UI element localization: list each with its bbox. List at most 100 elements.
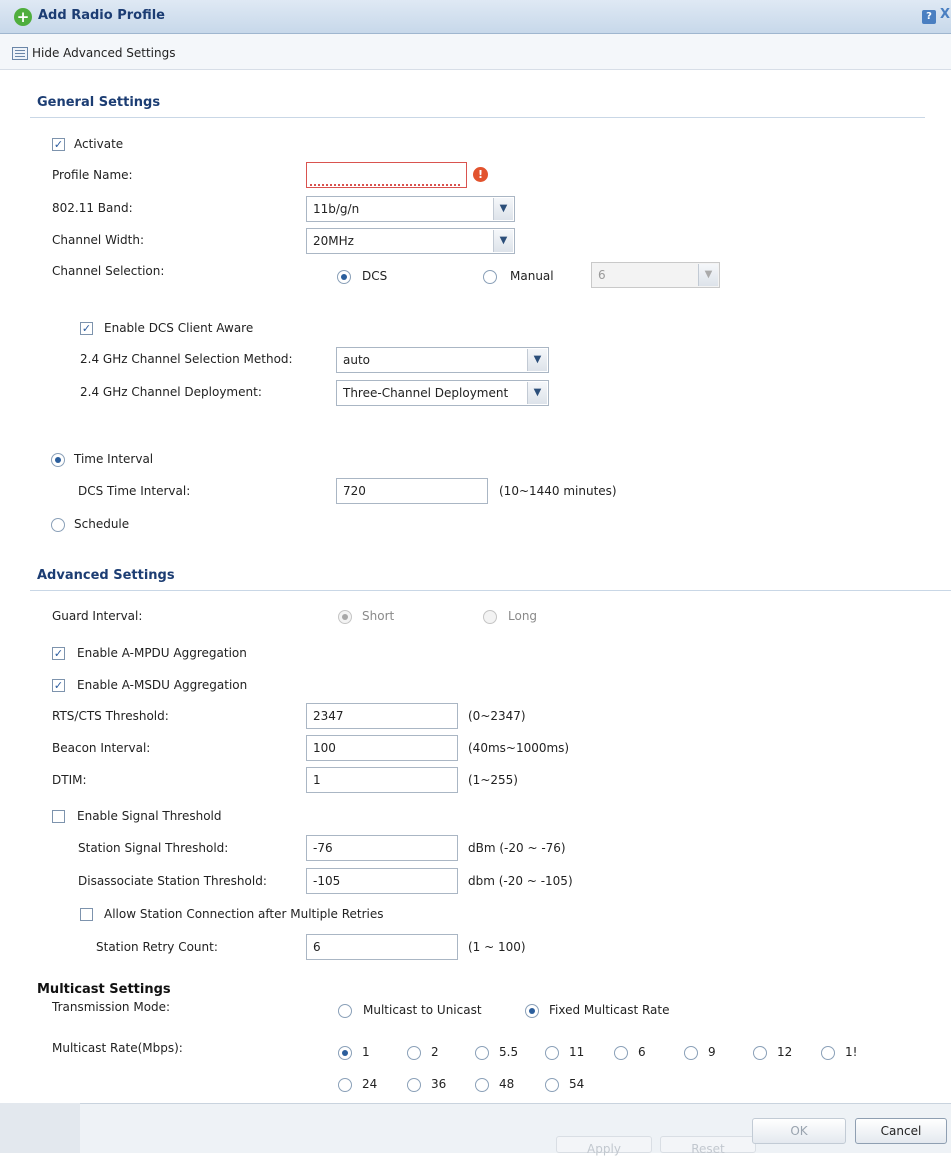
band-label: 802.11 Band: [52,201,133,215]
chevron-down-icon: ▼ [698,264,718,286]
channel-selection-label: Channel Selection: [52,264,165,278]
schedule-label: Schedule [74,517,130,531]
station-signal-threshold-label: Station Signal Threshold: [78,841,229,855]
rts-hint: (0~2347) [468,709,526,723]
dcs-time-interval-hint: (10~1440 minutes) [499,484,617,498]
beacon-label: Beacon Interval: [52,741,151,755]
ok-button[interactable]: OK [752,1118,846,1144]
rts-label: RTS/CTS Threshold: [52,709,169,723]
rate-label: 12 [777,1045,793,1059]
rate-radio[interactable] [407,1046,421,1060]
enable-dcs-client-aware-label: Enable DCS Client Aware [104,321,254,335]
guard-short-radio[interactable] [338,610,352,624]
manual-radio[interactable] [483,270,497,284]
enable-dcs-client-aware-checkbox[interactable]: ✓ [80,322,93,335]
rate-label: 6 [638,1045,646,1059]
reset-button[interactable]: Reset [660,1136,756,1156]
dtim-input[interactable]: 1 [306,767,458,793]
multicast-to-unicast-radio[interactable] [338,1004,352,1018]
fixed-multicast-rate-radio[interactable] [525,1004,539,1018]
channel-selection-method-select[interactable]: auto ▼ [336,347,549,373]
multicast-rate-label: Multicast Rate(Mbps): [52,1041,183,1055]
profile-name-label: Profile Name: [52,168,133,182]
enable-signal-threshold-checkbox[interactable] [52,810,65,823]
close-icon[interactable]: X [940,7,950,22]
schedule-radio[interactable] [51,518,65,532]
rate-radio[interactable] [475,1078,489,1092]
band-select-value: 11b/g/n [313,202,360,216]
section-divider [30,117,925,118]
rate-label: 2 [431,1045,439,1059]
manual-channel-value: 6 [598,268,606,282]
manual-label: Manual [510,269,554,283]
station-signal-threshold-input[interactable]: -76 [306,835,458,861]
rate-label: 54 [569,1077,585,1091]
list-icon[interactable] [12,47,28,60]
fixed-multicast-rate-label: Fixed Multicast Rate [549,1003,670,1017]
rate-label: 36 [431,1077,447,1091]
disassociate-label: Disassociate Station Threshold: [78,874,267,888]
rate-label: 1! [845,1045,858,1059]
cancel-button[interactable]: Cancel [855,1118,947,1144]
rate-radio[interactable] [684,1046,698,1060]
ampdu-label: Enable A-MPDU Aggregation [77,646,247,660]
apply-button[interactable]: Apply [556,1136,652,1156]
rate-label: 48 [499,1077,515,1091]
help-icon[interactable]: ? [922,10,936,24]
footer-sidebar-shade [0,1103,80,1153]
channel-deployment-select[interactable]: Three-Channel Deployment ▼ [336,380,549,406]
channel-width-label: Channel Width: [52,233,144,247]
chevron-down-icon: ▼ [493,198,513,220]
hide-advanced-settings-link[interactable]: Hide Advanced Settings [32,46,175,60]
beacon-input[interactable]: 100 [306,735,458,761]
rate-radio[interactable] [407,1078,421,1092]
channel-deployment-label: 2.4 GHz Channel Deployment: [80,385,262,399]
rate-radio[interactable] [338,1078,352,1092]
disassociate-input[interactable]: -105 [306,868,458,894]
rate-radio[interactable] [475,1046,489,1060]
rts-input[interactable]: 2347 [306,703,458,729]
dialog-title: Add Radio Profile [38,8,165,23]
dtim-label: DTIM: [52,773,87,787]
guard-short-label: Short [362,609,395,623]
rate-label: 1 [362,1045,370,1059]
dcs-time-interval-input[interactable]: 720 [336,478,488,504]
multicast-to-unicast-label: Multicast to Unicast [363,1003,482,1017]
section-divider [30,590,951,591]
validation-underline [310,184,462,186]
disassociate-hint: dbm (-20 ~ -105) [468,874,573,888]
allow-retries-checkbox[interactable] [80,908,93,921]
rate-radio[interactable] [338,1046,352,1060]
channel-selection-method-label: 2.4 GHz Channel Selection Method: [80,352,293,366]
dcs-radio[interactable] [337,270,351,284]
chevron-down-icon: ▼ [527,349,547,371]
beacon-hint: (40ms~1000ms) [468,741,570,755]
manual-channel-select[interactable]: 6 ▼ [591,262,720,288]
rate-radio[interactable] [821,1046,835,1060]
rate-radio[interactable] [614,1046,628,1060]
time-interval-radio[interactable] [51,453,65,467]
dtim-hint: (1~255) [468,773,518,787]
band-select[interactable]: 11b/g/n ▼ [306,196,515,222]
rate-radio[interactable] [753,1046,767,1060]
rate-label: 24 [362,1077,378,1091]
retry-count-input[interactable]: 6 [306,934,458,960]
amsdu-label: Enable A-MSDU Aggregation [77,678,248,692]
ampdu-checkbox[interactable]: ✓ [52,647,65,660]
chevron-down-icon: ▼ [527,382,547,404]
rate-radio[interactable] [545,1046,559,1060]
guard-long-radio[interactable] [483,610,497,624]
rate-label: 9 [708,1045,716,1059]
channel-width-select[interactable]: 20MHz ▼ [306,228,515,254]
amsdu-checkbox[interactable]: ✓ [52,679,65,692]
guard-long-label: Long [508,609,538,623]
channel-deployment-value: Three-Channel Deployment [343,386,509,400]
channel-selection-method-value: auto [343,353,371,367]
chevron-down-icon: ▼ [493,230,513,252]
enable-signal-threshold-label: Enable Signal Threshold [77,809,222,823]
station-signal-threshold-hint: dBm (-20 ~ -76) [468,841,566,855]
activate-checkbox[interactable]: ✓ [52,138,65,151]
dcs-time-interval-label: DCS Time Interval: [78,484,191,498]
plus-circle-icon: + [14,8,32,26]
rate-radio[interactable] [545,1078,559,1092]
